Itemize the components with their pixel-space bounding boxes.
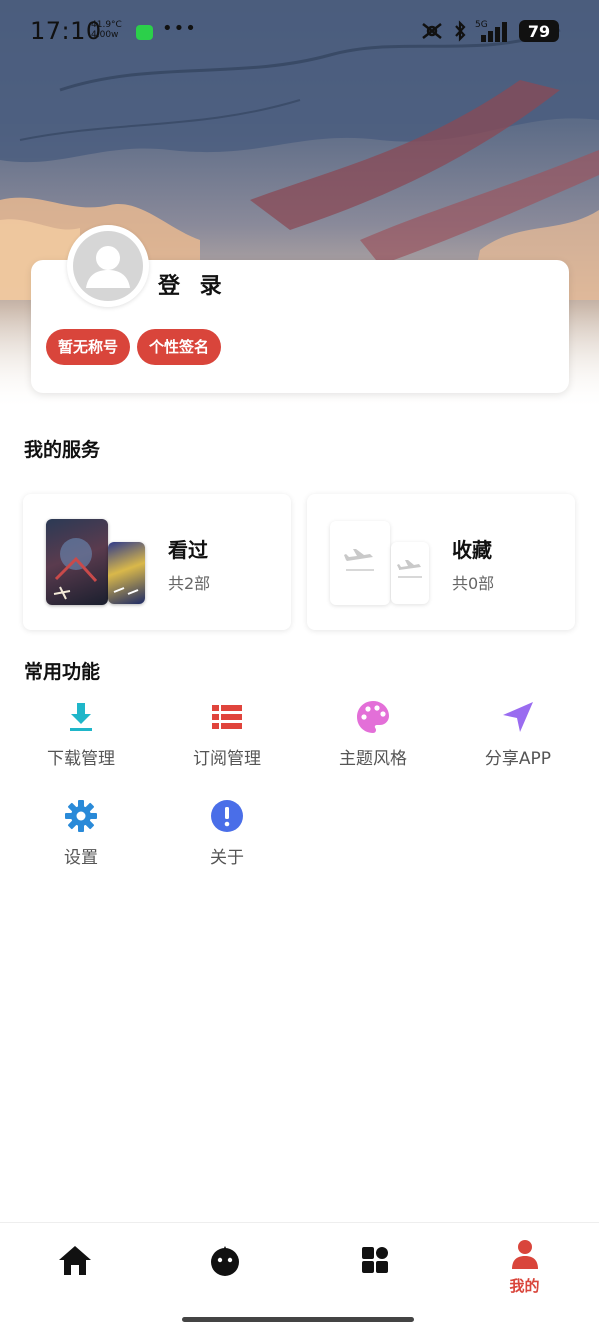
status-bar: 17:10 41.9°C 4.00w ••• 5G 79	[0, 0, 599, 64]
status-temp: 41.9°C	[91, 20, 122, 30]
share-app-button[interactable]: 分享APP	[458, 700, 578, 790]
hotspot-icon	[422, 23, 442, 39]
nav-home[interactable]	[0, 1223, 149, 1313]
history-count: 共2部	[168, 574, 211, 593]
nav-category[interactable]	[300, 1223, 449, 1313]
home-icon	[59, 1246, 91, 1275]
default-avatar-icon	[73, 231, 143, 301]
favorites-placeholder-2	[391, 542, 429, 604]
login-button[interactable]: 登 录	[158, 268, 228, 300]
status-power: 4.00w	[91, 30, 119, 40]
history-label: 看过	[168, 538, 208, 562]
subscription-manager-label: 订阅管理	[193, 749, 261, 769]
about-button[interactable]: 关于	[167, 799, 287, 889]
download-manager-button[interactable]: 下载管理	[21, 700, 141, 790]
history-poster-2	[108, 542, 145, 604]
history-poster-1	[46, 519, 108, 605]
nav-discover[interactable]	[150, 1223, 299, 1313]
share-app-label: 分享APP	[484, 749, 552, 769]
grid-icon	[362, 1247, 388, 1273]
message-app-icon	[136, 25, 153, 40]
theme-style-label: 主题风格	[339, 749, 407, 769]
bluetooth-icon	[455, 20, 466, 42]
about-label: 关于	[210, 848, 244, 868]
send-icon	[503, 702, 533, 732]
battery-indicator: 79	[519, 20, 559, 42]
signal-group: 5G	[475, 20, 511, 42]
status-temp-power: 41.9°C 4.00w	[91, 20, 122, 40]
title-tag[interactable]: 暂无称号	[46, 329, 131, 365]
avatar[interactable]	[67, 225, 149, 307]
face-icon	[211, 1246, 239, 1276]
download-manager-label: 下载管理	[47, 749, 115, 769]
signature-tag[interactable]: 个性签名	[137, 329, 222, 365]
palette-icon	[357, 701, 389, 733]
info-icon	[211, 800, 243, 832]
download-icon	[70, 703, 92, 731]
nav-mine[interactable]: 我的	[450, 1223, 599, 1313]
signal-icon	[481, 22, 507, 42]
favorites-card[interactable]: 收藏 共0部	[307, 494, 575, 630]
favorites-placeholder-1	[330, 521, 390, 605]
status-right-group: 5G 79	[419, 20, 559, 42]
airplane-icon	[344, 549, 374, 571]
services-section-title: 我的服务	[24, 439, 101, 461]
favorites-count: 共0部	[452, 574, 495, 593]
person-icon	[512, 1240, 538, 1269]
list-icon	[212, 705, 242, 729]
favorites-label: 收藏	[452, 538, 492, 562]
functions-section-title: 常用功能	[24, 661, 101, 683]
more-notifications-icon: •••	[162, 18, 197, 39]
home-indicator[interactable]	[182, 1317, 414, 1322]
airplane-icon	[397, 560, 422, 578]
theme-style-button[interactable]: 主题风格	[313, 700, 433, 790]
gear-icon	[65, 800, 97, 832]
history-card[interactable]: 看过 共2部	[23, 494, 291, 630]
nav-mine-label: 我的	[509, 1277, 540, 1295]
settings-button[interactable]: 设置	[21, 799, 141, 889]
subscription-manager-button[interactable]: 订阅管理	[167, 700, 287, 790]
settings-label: 设置	[64, 848, 98, 868]
